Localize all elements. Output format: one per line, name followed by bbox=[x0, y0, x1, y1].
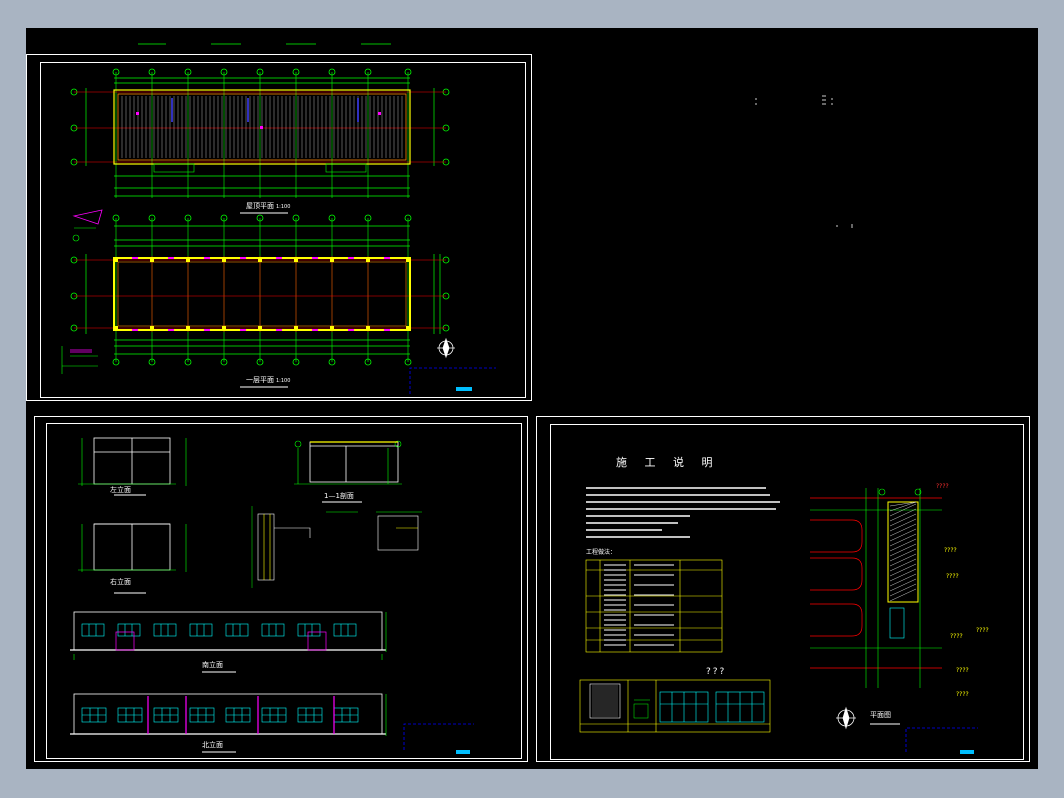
door-window-title: ??? bbox=[706, 667, 727, 677]
callout-7: ???? bbox=[956, 691, 969, 698]
callout-1: ???? bbox=[936, 483, 949, 490]
north-arrow-icon bbox=[836, 706, 856, 730]
callout-2: ???? bbox=[944, 547, 957, 554]
callout-4: ???? bbox=[976, 627, 989, 634]
table-caption: 工程做法： bbox=[586, 549, 617, 556]
callout-6: ???? bbox=[956, 667, 969, 674]
cad-model-space[interactable]: 屋顶平面 1:100 一层平面 1:100 左立面 右立面 1—1剖面 南立面 … bbox=[26, 28, 1038, 769]
callout-3: ???? bbox=[946, 573, 959, 580]
callout-5: ???? bbox=[950, 633, 963, 640]
notes-drawing[interactable] bbox=[26, 28, 1036, 768]
partial-plan-title: 平面图 bbox=[870, 711, 891, 719]
